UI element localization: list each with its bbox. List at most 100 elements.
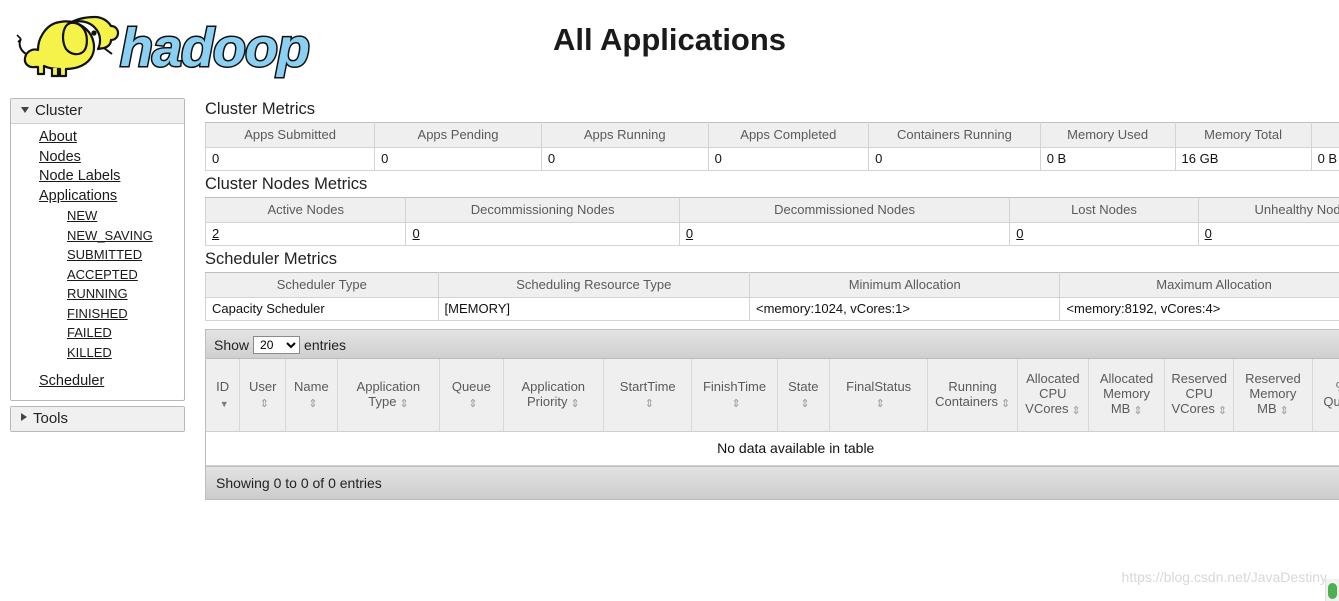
col-containers-running: Containers Running	[868, 122, 1041, 148]
scheduler-metrics-header-row: Scheduler Type Scheduling Resource Type …	[205, 272, 1339, 298]
sidebar-item-node-labels[interactable]: Node Labels	[11, 167, 184, 187]
show-entries-label: Show 20 50 100 entries	[214, 336, 346, 354]
caret-down-icon	[21, 107, 29, 113]
nodes-metrics-value-row: 2 0 0 0 0 0	[205, 222, 1339, 246]
sidebar-section-tools[interactable]: Tools	[11, 406, 184, 431]
col-scheduling-resource-type: Scheduling Resource Type	[437, 272, 751, 298]
col-memory-reserved: Memory Reserved	[1310, 122, 1339, 148]
val-containers-running: 0	[868, 147, 1041, 171]
sort-both-icon: ⇕	[875, 397, 885, 410]
applications-table-block: Show 20 50 100 entries ID ▼ User ⇕ Name	[205, 329, 1339, 500]
col-running-containers-label: Running Containers	[935, 378, 999, 409]
col-allocated-cpu-vcores[interactable]: Allocated CPU VCores ⇕	[1017, 359, 1089, 432]
col-reserved-cpu-vcores[interactable]: Reserved CPU VCores ⇕	[1164, 359, 1235, 432]
col-queue-label: Queue	[451, 378, 491, 394]
val-active-nodes[interactable]: 2	[212, 226, 219, 241]
scheduler-metrics-table: Scheduler Type Scheduling Resource Type …	[205, 272, 1339, 321]
cluster-metrics-header-row: Apps Submitted Apps Pending Apps Running…	[205, 122, 1339, 148]
sidebar-item-state-new-saving[interactable]: NEW_SAVING	[11, 226, 184, 246]
col-id[interactable]: ID ▼	[206, 359, 241, 432]
sort-both-icon: ⇕	[1217, 405, 1228, 418]
applications-table-info: Showing 0 to 0 of 0 entries	[206, 465, 1339, 499]
col-finish-time[interactable]: FinishTime ⇕	[691, 359, 778, 432]
sort-both-icon: ⇕	[644, 397, 654, 410]
sidebar-item-about[interactable]: About	[11, 128, 184, 148]
sort-both-icon: ⇕	[1279, 405, 1289, 418]
col-application-type-label: Application Type	[356, 378, 421, 409]
sidebar-item-state-accepted[interactable]: ACCEPTED	[11, 265, 184, 285]
col-application-priority[interactable]: Application Priority ⇕	[503, 359, 604, 432]
val-lost-nodes[interactable]: 0	[1016, 226, 1023, 241]
scheduler-metrics-title: Scheduler Metrics	[205, 250, 338, 268]
col-user[interactable]: User ⇕	[239, 359, 287, 432]
col-name[interactable]: Name ⇕	[285, 359, 338, 432]
col-apps-pending: Apps Pending	[374, 122, 542, 148]
sidebar-item-state-new[interactable]: NEW	[11, 206, 184, 226]
col-final-status[interactable]: FinalStatus ⇕	[829, 359, 929, 432]
entries-label: entries	[304, 337, 347, 353]
col-reserved-memory-mb[interactable]: Reserved Memory MB ⇕	[1233, 359, 1313, 432]
val-apps-running: 0	[540, 147, 709, 171]
col-apps-completed: Apps Completed	[707, 122, 870, 148]
val-memory-used: 0 B	[1039, 147, 1176, 171]
val-scheduler-type: Capacity Scheduler	[205, 297, 439, 321]
val-decommissioned-nodes[interactable]: 0	[686, 226, 693, 241]
val-apps-completed: 0	[707, 147, 870, 171]
val-maximum-allocation: <memory:8192, vCores:4>	[1059, 297, 1339, 321]
val-decommissioning-nodes[interactable]: 0	[412, 226, 419, 241]
col-queue[interactable]: Queue ⇕	[439, 359, 504, 432]
sidebar-section-cluster-label: Cluster	[35, 102, 83, 119]
col-apps-running: Apps Running	[540, 122, 709, 148]
cluster-metrics-title: Cluster Metrics	[205, 100, 316, 118]
sidebar-item-state-running[interactable]: RUNNING	[11, 284, 184, 304]
sidebar-section-cluster[interactable]: Cluster	[11, 99, 184, 124]
entries-length-select[interactable]: 20 50 100	[253, 336, 301, 354]
nav-block-tools: Tools	[10, 405, 185, 432]
col-scheduler-type: Scheduler Type	[205, 272, 439, 298]
col-decommissioned-nodes: Decommissioned Nodes	[678, 197, 1011, 223]
applications-header-row: ID ▼ User ⇕ Name ⇕ Application Type ⇕ Queue ⇕…	[206, 359, 1339, 432]
cluster-metrics-table: Apps Submitted Apps Pending Apps Running…	[205, 122, 1339, 171]
applications-empty-row: No data available in table	[206, 431, 1339, 466]
sidebar-item-nodes[interactable]: Nodes	[11, 148, 184, 168]
sidebar-item-state-finished[interactable]: FINISHED	[11, 304, 184, 324]
col-decommissioning-nodes: Decommissioning Nodes	[405, 197, 680, 223]
cluster-nodes-metrics-title: Cluster Nodes Metrics	[205, 175, 368, 193]
col-percent-of-queue[interactable]: % of Queue⇕	[1312, 359, 1339, 432]
nav-body-cluster: About Nodes Node Labels Applications NEW…	[11, 124, 184, 400]
sidebar-item-scheduler[interactable]: Scheduler	[11, 372, 184, 392]
scheduler-metrics-clip: Scheduler Type Scheduling Resource Type …	[205, 272, 1339, 323]
sidebar-item-state-submitted[interactable]: SUBMITTED	[11, 245, 184, 265]
applications-table-toolbar: Show 20 50 100 entries	[206, 330, 1339, 359]
col-finish-time-label: FinishTime	[702, 378, 767, 394]
col-running-containers[interactable]: Running Containers ⇕	[927, 359, 1018, 432]
col-memory-used: Memory Used	[1039, 122, 1176, 148]
sidebar-item-state-failed[interactable]: FAILED	[11, 323, 184, 343]
col-maximum-allocation: Maximum Allocation	[1059, 272, 1339, 298]
sidebar-item-applications[interactable]: Applications	[11, 187, 184, 207]
sidebar-item-state-killed[interactable]: KILLED	[11, 343, 184, 363]
cluster-metrics-clip: Apps Submitted Apps Pending Apps Running…	[205, 122, 1339, 173]
caret-right-icon	[21, 412, 27, 421]
show-label: Show	[214, 337, 250, 353]
col-application-type[interactable]: Application Type ⇕	[337, 359, 441, 432]
sort-both-icon: ⇕	[308, 397, 318, 410]
val-scheduling-resource-type: [MEMORY]	[437, 297, 751, 321]
val-unhealthy-nodes[interactable]: 0	[1205, 226, 1212, 241]
col-state[interactable]: State ⇕	[777, 359, 831, 432]
val-apps-pending: 0	[374, 147, 542, 171]
col-reserved-memory-mb-label: Reserved Memory MB	[1245, 371, 1301, 417]
col-final-status-label: FinalStatus	[846, 378, 912, 394]
col-lost-nodes: Lost Nodes	[1009, 197, 1199, 223]
applications-table: ID ▼ User ⇕ Name ⇕ Application Type ⇕ Queue ⇕…	[206, 359, 1339, 466]
col-name-label: Name	[294, 378, 329, 394]
empty-table-message: No data available in table	[206, 431, 1339, 466]
scrollbar-corner[interactable]	[1325, 579, 1339, 601]
col-allocated-memory-mb[interactable]: Allocated Memory MB ⇕	[1088, 359, 1166, 432]
col-start-time[interactable]: StartTime ⇕	[603, 359, 693, 432]
col-unhealthy-nodes: Unhealthy Nodes	[1197, 197, 1339, 223]
col-id-label: ID	[216, 378, 230, 394]
scrollbar-thumb[interactable]	[1328, 583, 1337, 599]
col-active-nodes: Active Nodes	[205, 197, 407, 223]
